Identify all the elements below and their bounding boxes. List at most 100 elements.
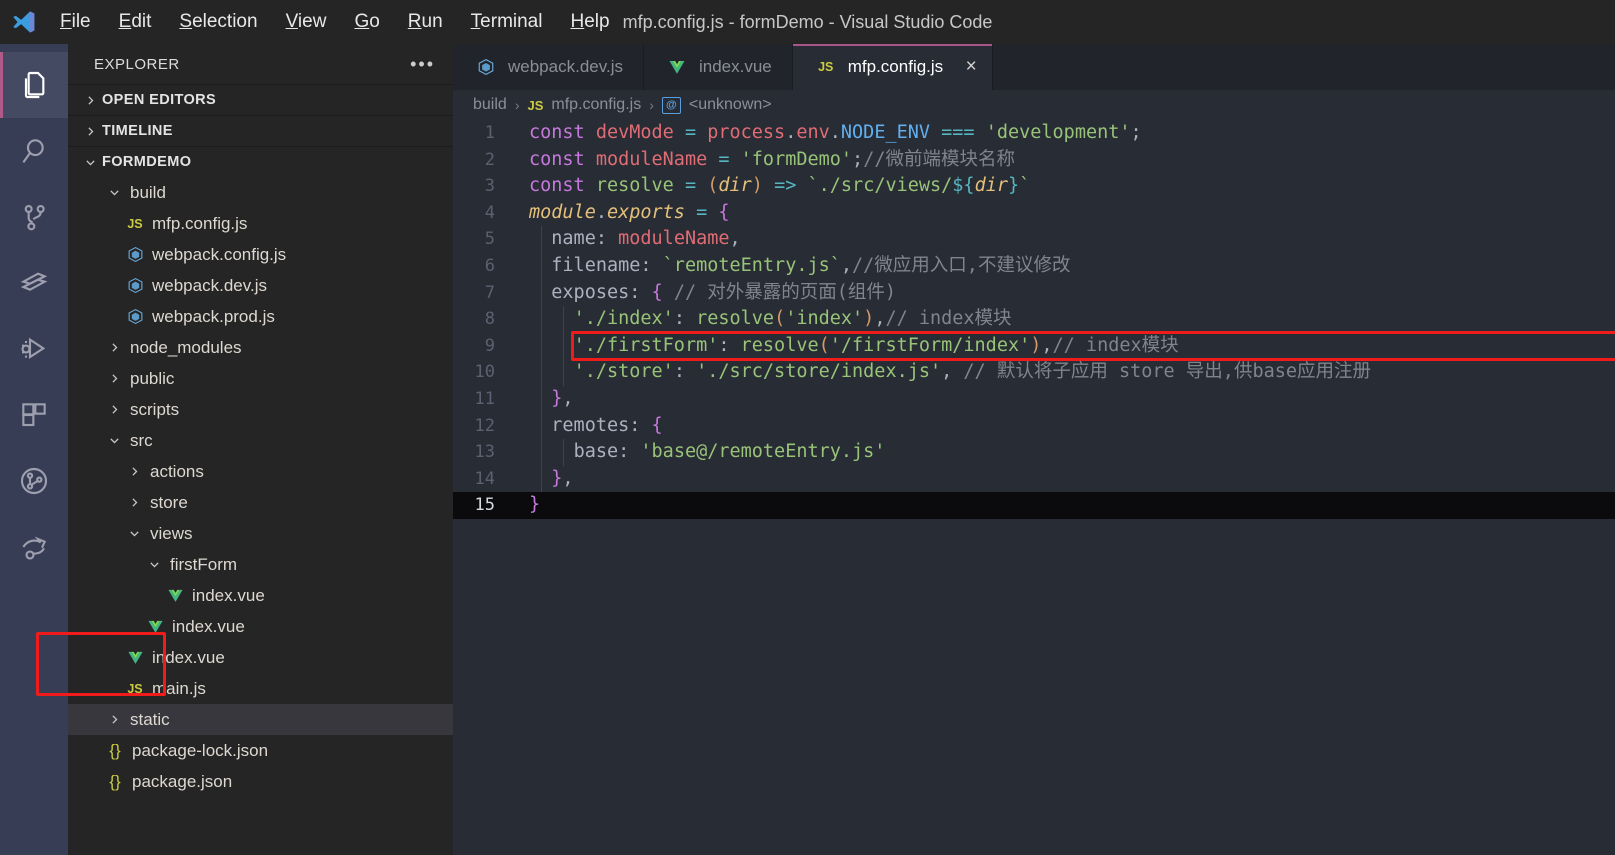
- code-line[interactable]: 9 './firstForm': resolve('/firstForm/ind…: [453, 333, 1615, 360]
- tree-folder-views[interactable]: views: [68, 518, 453, 549]
- editor-tab-webpack-dev-js[interactable]: webpack.dev.js: [453, 44, 644, 90]
- tree-folder-store[interactable]: store: [68, 487, 453, 518]
- tree-file-package-lock-json[interactable]: {} package-lock.json: [68, 735, 453, 766]
- code-line[interactable]: 11 },: [453, 386, 1615, 413]
- tree-folder-node-modules[interactable]: node_modules: [68, 332, 453, 363]
- tree-file-main-js[interactable]: JS main.js: [68, 673, 453, 704]
- code-line[interactable]: 2 const moduleName = 'formDemo';//微前端模块名称: [453, 147, 1615, 174]
- tree-item-label: webpack.dev.js: [152, 275, 267, 295]
- code-line[interactable]: 6 filename: `remoteEntry.js`,//微应用入口,不建议…: [453, 253, 1615, 280]
- chevron-down-icon[interactable]: [102, 186, 126, 199]
- tree-item-label: scripts: [130, 399, 180, 419]
- menu-view[interactable]: View: [272, 7, 341, 37]
- code-line[interactable]: 3 const resolve = (dir) => `./src/views/$…: [453, 173, 1615, 200]
- line-number: 4: [484, 202, 495, 223]
- breadcrumb[interactable]: build › JS mfp.config.js › @ <unknown>: [453, 90, 1615, 120]
- chevron-down-icon[interactable]: [122, 527, 146, 540]
- activity-extensions-icon[interactable]: [0, 382, 68, 448]
- tree-item-label: build: [130, 182, 166, 202]
- breadcrumb-item-file[interactable]: mfp.config.js: [551, 96, 641, 114]
- breadcrumb-item-folder[interactable]: build: [473, 96, 507, 114]
- menu-go[interactable]: Go: [340, 7, 393, 37]
- code-line[interactable]: 13 base: 'base@/remoteEntry.js': [453, 439, 1615, 466]
- chevron-right-icon[interactable]: [122, 465, 146, 478]
- editor-tab-index-vue[interactable]: index.vue: [644, 44, 793, 90]
- tree-folder-src[interactable]: src: [68, 425, 453, 456]
- tree-folder-static[interactable]: static: [68, 704, 453, 735]
- line-number: 14: [474, 468, 495, 489]
- indent-guide: [541, 226, 542, 493]
- tree-folder-public[interactable]: public: [68, 363, 453, 394]
- chevron-right-icon[interactable]: [102, 713, 126, 726]
- activity-git-graph-icon[interactable]: [0, 448, 68, 514]
- code-line[interactable]: 14 },: [453, 466, 1615, 493]
- tree-folder-actions[interactable]: actions: [68, 456, 453, 487]
- tree-section-formdemo[interactable]: FORMDEMO: [68, 146, 453, 177]
- line-number: 6: [484, 255, 495, 276]
- line-content: './firstForm': resolve('/firstForm/index…: [573, 334, 1179, 356]
- tree-item-label: public: [130, 368, 175, 388]
- code-editor[interactable]: 1 const devMode = process.env.NODE_ENV ==…: [453, 120, 1615, 855]
- tree-file-index-vue[interactable]: index.vue: [68, 642, 453, 673]
- editor-tab-mfp-config-js[interactable]: JS mfp.config.js ×: [792, 44, 994, 90]
- tree-item-label: firstForm: [170, 554, 238, 574]
- menu-file[interactable]: File: [46, 7, 105, 37]
- line-content: const resolve = (dir) => `./src/views/${…: [529, 175, 1031, 197]
- json-file-icon: {}: [109, 771, 121, 791]
- code-line[interactable]: 12 remotes: {: [453, 413, 1615, 440]
- tree-file-package-json[interactable]: {} package.json: [68, 766, 453, 797]
- tree-file-webpack-prod-js[interactable]: webpack.prod.js: [68, 301, 453, 332]
- chevron-right-icon[interactable]: [102, 372, 126, 385]
- editor-tab-label: webpack.dev.js: [508, 57, 623, 76]
- menu-help[interactable]: Help: [556, 7, 623, 37]
- tree-section-timeline[interactable]: TIMELINE: [68, 115, 453, 146]
- chevron-right-icon[interactable]: [102, 341, 126, 354]
- activity-search-icon[interactable]: [0, 118, 68, 184]
- tree-file-mfp-config-js[interactable]: JS mfp.config.js: [68, 208, 453, 239]
- code-line[interactable]: 8 './index': resolve('index'),// index模块: [453, 306, 1615, 333]
- code-line[interactable]: 4 module.exports = {: [453, 200, 1615, 227]
- menu-edit[interactable]: Edit: [105, 7, 166, 37]
- tree-folder-scripts[interactable]: scripts: [68, 394, 453, 425]
- tree-file-webpack-dev-js[interactable]: webpack.dev.js: [68, 270, 453, 301]
- menu-terminal[interactable]: Terminal: [457, 7, 557, 37]
- activity-live-share-icon[interactable]: [0, 250, 68, 316]
- activity-bar[interactable]: [0, 44, 68, 855]
- line-content: },: [551, 387, 574, 409]
- activity-source-control-icon[interactable]: [0, 184, 68, 250]
- line-content: const moduleName = 'formDemo';//微前端模块名称: [529, 148, 1015, 170]
- tree-file-webpack-config-js[interactable]: webpack.config.js: [68, 239, 453, 270]
- code-line[interactable]: 5 name: moduleName,: [453, 226, 1615, 253]
- webpack-file-icon: [122, 277, 148, 294]
- vue-file-icon: [142, 618, 168, 635]
- breadcrumb-item-symbol[interactable]: <unknown>: [689, 96, 772, 114]
- code-line[interactable]: 7 exposes: { // 对外暴露的页面(组件): [453, 280, 1615, 307]
- editor-tab-bar[interactable]: webpack.dev.js index.vue JS mfp.config.js ×: [453, 44, 1615, 90]
- tree-section-open-editors[interactable]: OPEN EDITORS: [68, 84, 453, 115]
- tree-file-index-vue[interactable]: index.vue: [68, 611, 453, 642]
- chevron-right-icon[interactable]: [122, 496, 146, 509]
- activity-explorer-files-icon[interactable]: [0, 52, 68, 118]
- editor-tab-label: mfp.config.js: [847, 57, 944, 76]
- file-tree[interactable]: OPEN EDITORS TIMELINE FORMDEMO build JS mfp.c…: [68, 84, 453, 855]
- chevron-right-icon[interactable]: [102, 403, 126, 416]
- tree-section-label: OPEN EDITORS: [102, 92, 217, 108]
- activity-remote-explorer-icon[interactable]: [0, 514, 68, 580]
- tree-section-label: TIMELINE: [102, 123, 173, 139]
- menu-run[interactable]: Run: [394, 7, 457, 37]
- ellipsis-icon[interactable]: •••: [410, 54, 435, 75]
- tree-folder-firstform[interactable]: firstForm: [68, 549, 453, 580]
- title-bar: File Edit Selection View Go Run Terminal…: [0, 0, 1615, 44]
- close-icon[interactable]: ×: [962, 56, 980, 78]
- tree-file-index-vue[interactable]: index.vue: [68, 580, 453, 611]
- chevron-down-icon[interactable]: [142, 558, 166, 571]
- activity-run-and-debug-icon[interactable]: [0, 316, 68, 382]
- code-line[interactable]: 15}: [453, 492, 1615, 519]
- code-line[interactable]: 10 './store': './src/store/index.js', //…: [453, 359, 1615, 386]
- tree-folder-build[interactable]: build: [68, 177, 453, 208]
- menu-selection[interactable]: Selection: [165, 7, 271, 37]
- chevron-down-icon[interactable]: [102, 434, 126, 447]
- menu-bar[interactable]: File Edit Selection View Go Run Terminal…: [46, 7, 624, 37]
- tree-item-label: store: [150, 492, 188, 512]
- code-line[interactable]: 1 const devMode = process.env.NODE_ENV ==…: [453, 120, 1615, 147]
